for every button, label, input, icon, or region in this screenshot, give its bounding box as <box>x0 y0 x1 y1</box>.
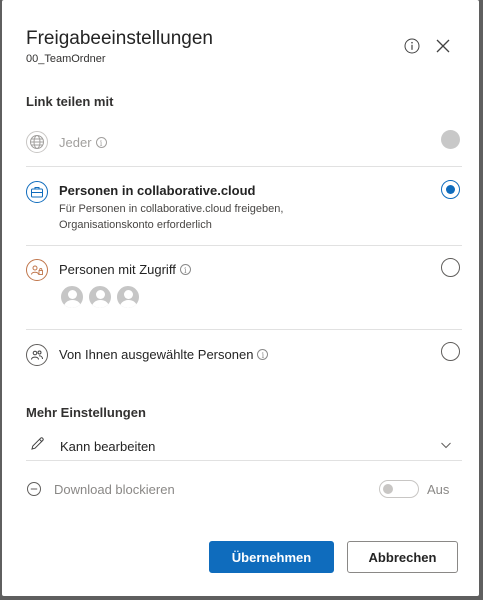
globe-icon <box>26 131 48 153</box>
people-with-access-icon <box>26 259 48 281</box>
radio-people-with-access[interactable] <box>441 258 460 277</box>
radio-organization[interactable] <box>441 180 460 199</box>
chevron-down-icon <box>440 438 452 456</box>
avatar-group <box>60 285 140 309</box>
divider <box>26 245 462 246</box>
description-line: Für Personen in collaborative.cloud frei… <box>59 203 284 215</box>
avatar <box>88 285 112 309</box>
info-icon[interactable] <box>403 37 421 55</box>
share-settings-dialog: Freigabeeinstellungen 00_TeamOrdner Link… <box>2 0 479 596</box>
close-icon[interactable] <box>434 37 452 55</box>
radio-anyone <box>441 130 460 149</box>
toggle-state-label: Aus <box>427 482 450 497</box>
divider <box>26 166 462 167</box>
option-people-with-access-label: Personen mit Zugriff <box>59 262 176 277</box>
permission-value: Kann bearbeiten <box>60 439 156 454</box>
info-icon[interactable]: i <box>95 137 107 148</box>
radio-specific-people[interactable] <box>441 342 460 361</box>
cancel-button[interactable]: Abbrechen <box>347 541 458 573</box>
block-download-label: Download blockieren <box>54 482 175 497</box>
option-anyone: Jeder i <box>26 128 462 156</box>
link-section-title: Link teilen mit <box>26 94 114 109</box>
block-download-toggle[interactable] <box>379 480 419 498</box>
more-settings-title: Mehr Einstellungen <box>26 405 146 420</box>
specific-people-icon <box>26 344 48 366</box>
option-specific-people[interactable]: Von Ihnen ausgewählte Personen i <box>26 342 462 370</box>
organization-icon <box>26 181 48 203</box>
option-people-with-access[interactable]: Personen mit Zugriff i <box>26 257 462 317</box>
option-people-with-access-label-row: Personen mit Zugriff i <box>59 262 191 277</box>
divider <box>26 329 462 330</box>
dialog-title: Freigabeeinstellungen <box>26 28 213 49</box>
avatar <box>116 285 140 309</box>
pencil-icon <box>30 436 45 456</box>
option-organization-description: Für Personen in collaborative.cloud frei… <box>59 201 283 233</box>
divider <box>26 460 462 461</box>
permission-dropdown[interactable]: Kann bearbeiten <box>26 428 462 460</box>
option-organization-label: Personen in collaborative.cloud <box>59 183 256 198</box>
option-organization[interactable]: Personen in collaborative.cloud Für Pers… <box>26 178 462 238</box>
info-icon[interactable]: i <box>179 264 191 275</box>
option-specific-people-label: Von Ihnen ausgewählte Personen <box>59 347 254 362</box>
option-anyone-label: Jeder <box>59 135 92 150</box>
option-anyone-label-row: Jeder i <box>59 135 107 150</box>
minus-circle-icon <box>26 481 42 502</box>
dialog-subtitle: 00_TeamOrdner <box>26 53 106 65</box>
avatar <box>60 285 84 309</box>
apply-button[interactable]: Übernehmen <box>209 541 334 573</box>
info-icon[interactable]: i <box>257 349 269 360</box>
description-line: Organisationskonto erforderlich <box>59 219 212 231</box>
option-specific-people-label-row: Von Ihnen ausgewählte Personen i <box>59 347 269 362</box>
